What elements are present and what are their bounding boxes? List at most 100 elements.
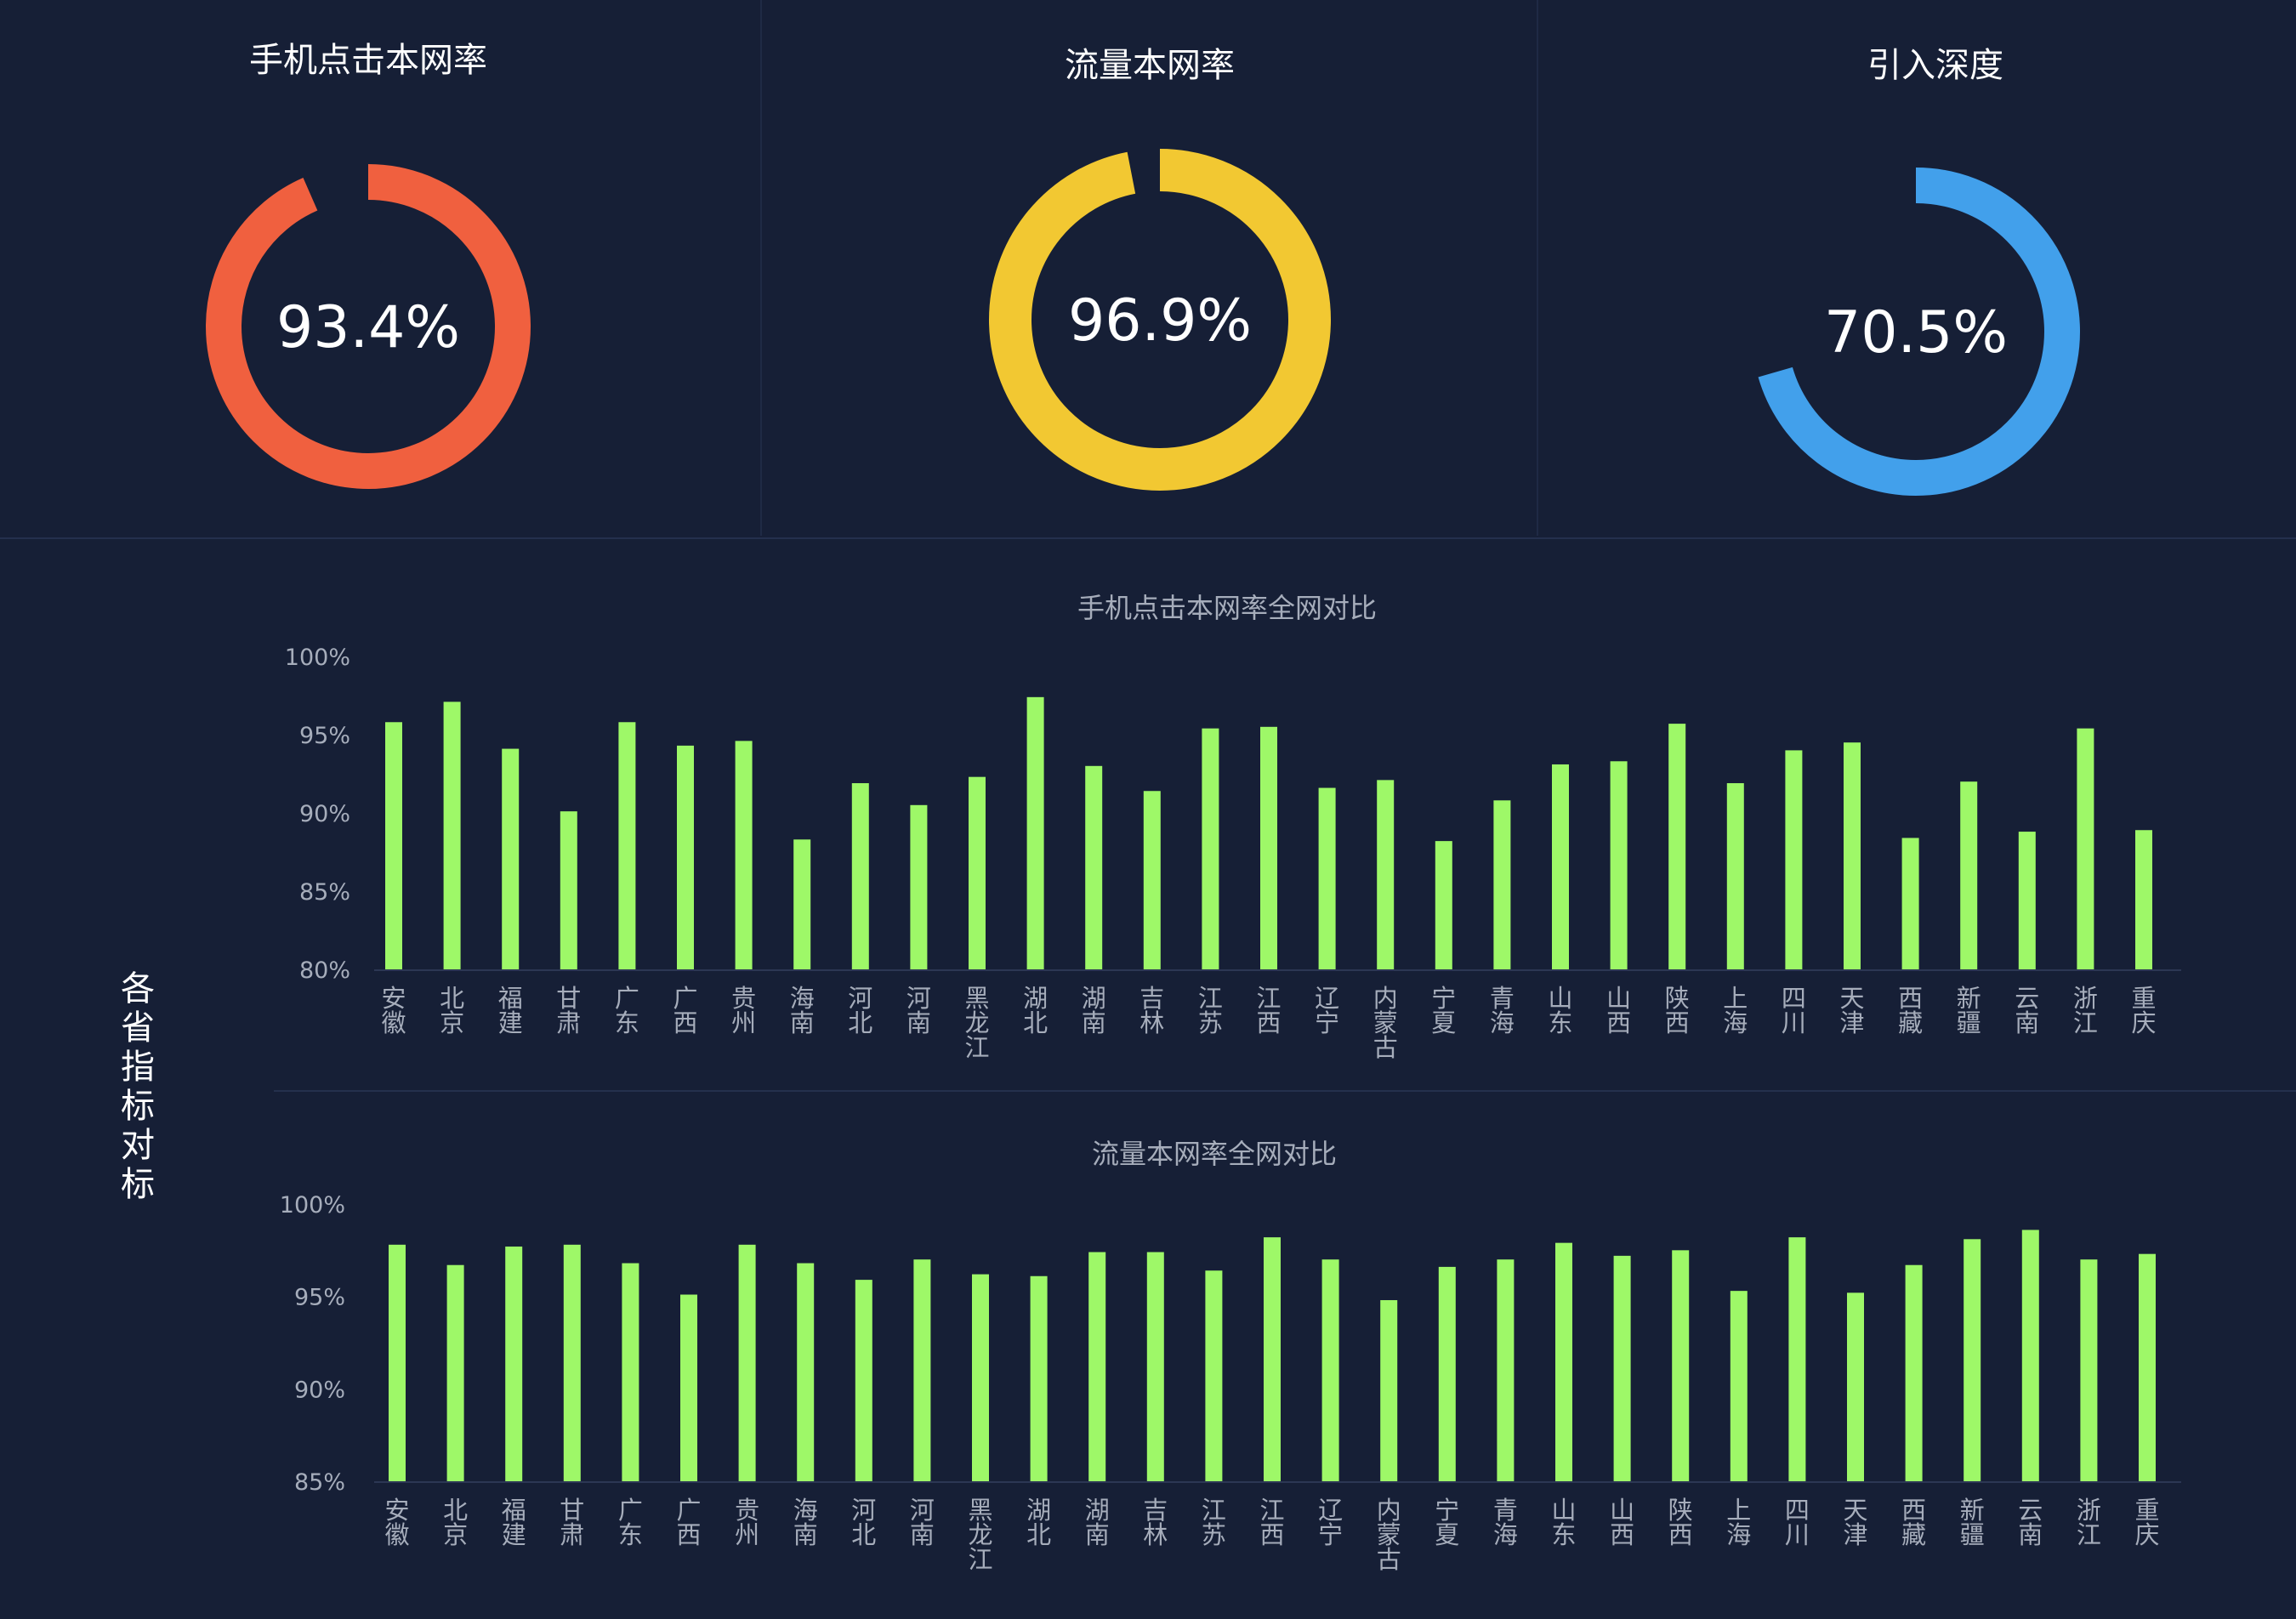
x-tick-label: 青海 [1493, 1496, 1518, 1549]
x-tick-label: 江苏 [1202, 1496, 1226, 1549]
gauge-value: 70.5% [1824, 299, 2008, 366]
x-tick-label: 辽宁 [1315, 984, 1339, 1037]
bar [2021, 1230, 2039, 1481]
bar [622, 1263, 639, 1481]
x-tick-label: 广东 [615, 984, 639, 1037]
x-tick-label: 浙江 [2073, 984, 2098, 1037]
x-tick-label: 江苏 [1198, 984, 1223, 1037]
x-tick-label: 北京 [440, 984, 464, 1037]
x-tick-label: 湖南 [1085, 1496, 1110, 1549]
x-tick-label: 青海 [1490, 984, 1515, 1037]
bar [1610, 761, 1628, 969]
x-tick-label: 宁夏 [1431, 984, 1456, 1037]
bar [1730, 1291, 1748, 1481]
x-tick-label: 湖南 [1082, 984, 1106, 1037]
x-tick-label: 江西 [1256, 984, 1281, 1037]
x-tick-label: 云南 [2018, 1496, 2043, 1549]
bar [1785, 750, 1803, 969]
bar [1960, 781, 1978, 969]
gauge-title: 流量本网率 [1065, 46, 1235, 85]
y-tick-label: 85% [299, 879, 350, 906]
bar [560, 811, 577, 969]
bar [2139, 1253, 2156, 1481]
bar [1202, 728, 1219, 969]
bar [1613, 1255, 1631, 1481]
x-tick-label: 西藏 [1901, 1496, 1926, 1549]
x-tick-label: 天津 [1839, 984, 1864, 1037]
x-tick-label: 贵州 [731, 984, 756, 1037]
x-tick-label: 黑龙江 [964, 984, 989, 1062]
bar [1260, 726, 1277, 969]
y-tick-label: 80% [299, 957, 350, 984]
x-tick-label: 辽宁 [1318, 1496, 1343, 1549]
bar [1726, 783, 1744, 969]
side-label: 各省指标对标 [121, 969, 155, 1204]
x-tick-label: 云南 [2015, 984, 2039, 1037]
x-tick-label: 广东 [618, 1496, 643, 1549]
x-tick-label: 海南 [793, 1496, 818, 1549]
y-tick-label: 100% [285, 645, 350, 671]
y-tick-label: 100% [280, 1192, 345, 1219]
x-tick-label: 海南 [790, 984, 815, 1037]
x-tick-label: 山东 [1548, 984, 1572, 1037]
bar [1321, 1259, 1339, 1481]
x-tick-label: 西藏 [1898, 984, 1923, 1037]
x-tick-label: 内蒙古 [1373, 984, 1398, 1062]
y-tick-label: 95% [294, 1285, 345, 1311]
bar [1088, 1252, 1106, 1481]
x-tick-label: 新疆 [1957, 984, 1981, 1037]
x-tick-label: 安徽 [384, 1496, 409, 1549]
gauge-value: 93.4% [276, 294, 460, 361]
bar [1085, 765, 1103, 969]
y-tick-label: 95% [299, 723, 350, 749]
x-tick-label: 山东 [1551, 1496, 1576, 1549]
bar [1555, 1242, 1572, 1481]
bar [1668, 724, 1686, 969]
chart-title: 手机点击本网率全网对比 [1077, 592, 1377, 624]
bar [618, 722, 636, 969]
bar [2080, 1259, 2098, 1481]
bar [1905, 1264, 1923, 1481]
bar [972, 1274, 989, 1481]
x-tick-label: 黑龙江 [968, 1496, 992, 1574]
chart-title: 流量本网率全网对比 [1092, 1138, 1337, 1170]
x-tick-label: 重庆 [2134, 1496, 2159, 1549]
bar [1435, 841, 1452, 969]
gauge-3: 引入深度 70.5% [1752, 46, 2080, 496]
bar [563, 1244, 581, 1481]
x-tick-label: 天津 [1843, 1496, 1867, 1549]
bar [1377, 780, 1395, 969]
x-tick-label: 广西 [673, 984, 697, 1037]
bar [1318, 787, 1336, 969]
y-tick-label: 85% [294, 1469, 345, 1496]
bar [1264, 1237, 1281, 1481]
bar-chart-2: 流量本网率全网对比 85% 90% 95% 100% 安徽北京福建甘肃广东广西贵州海南河北… [280, 1138, 2181, 1574]
bar [1497, 1259, 1515, 1481]
bar [1552, 764, 1569, 969]
bar [389, 1244, 406, 1481]
dashboard: 手机点击本网率 93.4% 流量本网率 96.9% 引入深度 70.5% 各省指标对标 手机点… [0, 0, 2296, 1616]
bar [680, 1294, 697, 1481]
x-tick-label: 湖北 [1023, 984, 1048, 1037]
x-tick-label: 上海 [1726, 1496, 1751, 1549]
x-tick-label: 四川 [1785, 1496, 1810, 1549]
bar [910, 804, 928, 969]
bar [502, 748, 520, 969]
bar-chart-1: 手机点击本网率全网对比 80% 85% 90% 95% 100% 安徽北京福建甘肃广东广西贵… [285, 592, 2181, 1062]
x-tick-label: 福建 [502, 1496, 526, 1549]
gauge-title: 手机点击本网率 [249, 41, 487, 80]
bar [738, 1244, 756, 1481]
x-tick-label: 河北 [848, 984, 872, 1037]
bar [2135, 830, 2152, 969]
x-tick-label: 河南 [906, 984, 931, 1037]
x-tick-label: 吉林 [1143, 1496, 1168, 1549]
bar [385, 722, 402, 969]
x-tick-label: 四川 [1782, 984, 1806, 1037]
dashboard-canvas: 手机点击本网率 93.4% 流量本网率 96.9% 引入深度 70.5% 各省指标对标 手机点… [0, 0, 2296, 1574]
bar [913, 1259, 931, 1481]
y-tick-label: 90% [299, 801, 350, 827]
gauge-2: 流量本网率 96.9% [989, 46, 1331, 491]
bar [1493, 800, 1511, 969]
x-tick-label: 北京 [443, 1496, 468, 1549]
bar [443, 702, 461, 969]
